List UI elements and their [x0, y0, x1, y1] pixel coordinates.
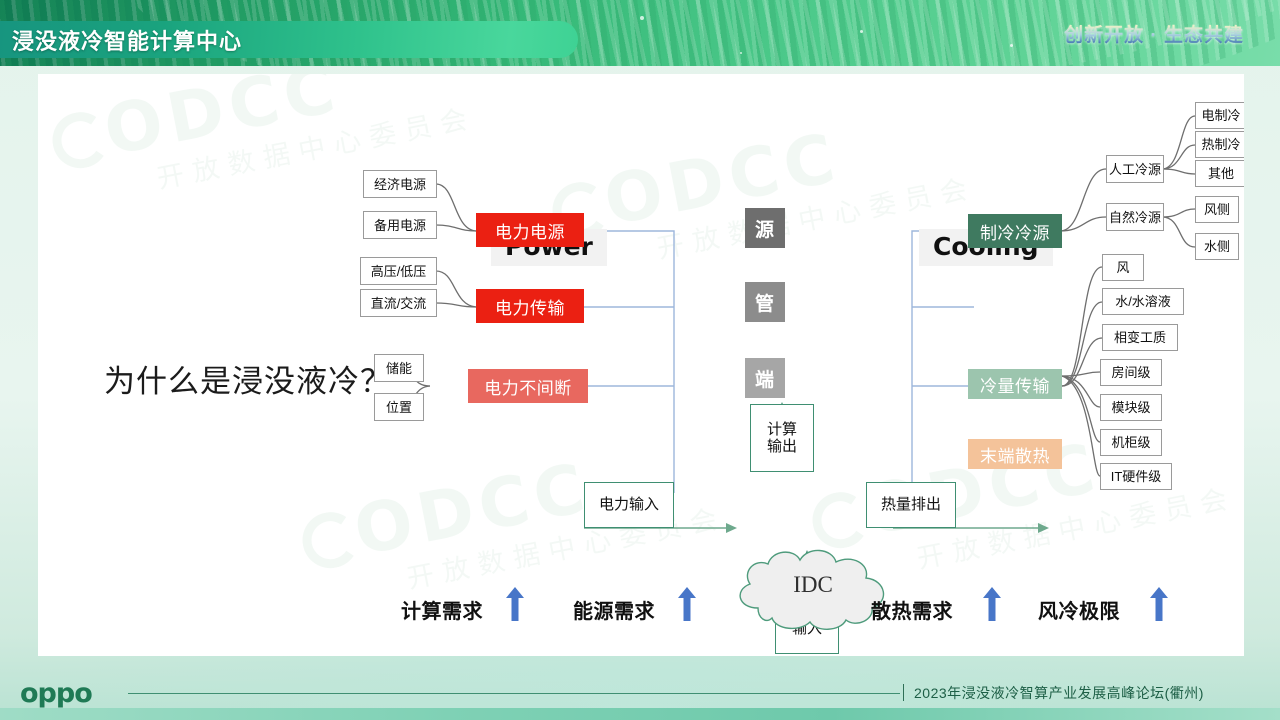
stage-box-terminal: 端: [745, 358, 785, 398]
power-leaf-box: 储能: [374, 354, 424, 382]
oppo-logo: oppo: [20, 678, 93, 709]
slide-background: 浸没液冷智能计算中心 创新开放 · 生态共建 ODCC 开放数据中心委员会 OD…: [0, 0, 1280, 720]
cooling-leaf-box: 其他: [1195, 160, 1244, 187]
header-sparkle-dot: [1010, 44, 1013, 47]
cold-transfer-connectors: [1061, 266, 1103, 387]
demand-label-compute: 计算需求: [401, 599, 483, 623]
demand-label-energy: 能源需求: [573, 599, 655, 623]
up-arrow-icon: [506, 587, 524, 621]
cooling-bus-connectors: [911, 230, 974, 493]
cooling-leaf-box: 相变工质: [1102, 324, 1178, 351]
cooling-leaf-box: IT硬件级: [1100, 463, 1172, 490]
demand-label-aircooling-limit: 风冷极限: [1038, 599, 1120, 623]
power-main-box: 电力电源: [476, 213, 584, 247]
stage-box-source: 源: [745, 208, 785, 248]
footer-wave-decoration: [0, 708, 1280, 720]
power-bus-connectors: [584, 230, 675, 493]
cooling-mid-box: 自然冷源: [1106, 203, 1164, 231]
natural-source-connectors: [1161, 208, 1196, 248]
footer-divider: [128, 693, 900, 694]
cooling-leaf-box: 模块级: [1100, 394, 1162, 421]
cooling-main-box: 制冷冷源: [968, 214, 1062, 248]
power-leaf-box: 经济电源: [363, 170, 437, 198]
footer-event-name: 2023年浸没液冷智算产业发展高峰论坛(衢州): [914, 685, 1204, 701]
idc-cloud-label: IDC: [793, 572, 833, 597]
heat-output-box: 热量排出: [866, 482, 956, 528]
header-sparkle-dot: [740, 52, 742, 54]
slide-title-pill: 浸没液冷智能计算中心: [0, 21, 578, 58]
cooling-leaf-box: 电制冷: [1195, 102, 1244, 129]
terminal-cooling-connectors: [1061, 371, 1101, 477]
footer-tick: [903, 684, 904, 701]
page-title: 浸没液冷智能计算中心: [12, 28, 243, 54]
power-leaf-box: 直流/交流: [360, 289, 437, 317]
cooling-leaf-box: 风: [1102, 254, 1144, 281]
compute-output-box: 计算 输出: [750, 404, 814, 472]
cooling-source-connectors: [1059, 168, 1107, 232]
power-input-box: 电力输入: [584, 482, 674, 528]
cooling-leaf-box: 房间级: [1100, 359, 1162, 386]
up-arrow-icon: [678, 587, 696, 621]
cooling-leaf-box: 风侧: [1195, 196, 1239, 223]
up-arrow-icon: [983, 587, 1001, 621]
cooling-leaf-box: 机柜级: [1100, 429, 1162, 456]
cooling-main-box: 末端散热: [968, 439, 1062, 469]
cooling-leaf-box: 热制冷: [1195, 131, 1244, 158]
slide-content-panel: ODCC 开放数据中心委员会 ODCC 开放数据中心委员会 ODCC 开放数据中…: [38, 74, 1244, 656]
up-arrow-icon: [1150, 587, 1168, 621]
power-leaf-box: 高压/低压: [360, 257, 437, 285]
slide-header: 浸没液冷智能计算中心 创新开放 · 生态共建: [0, 0, 1280, 66]
header-sparkle-dot: [640, 16, 644, 20]
power-leaf-box: 位置: [374, 393, 424, 421]
slide-footer: oppo 2023年浸没液冷智算产业发展高峰论坛(衢州): [0, 660, 1280, 720]
cooling-leaf-box: 水/水溶液: [1102, 288, 1184, 315]
slide-question-text: 为什么是浸没液冷？: [104, 364, 392, 399]
cooling-mid-box: 人工冷源: [1106, 155, 1164, 183]
cooling-leaf-box: 水侧: [1195, 233, 1239, 260]
artificial-source-connectors: [1161, 115, 1196, 175]
power-main-box: 电力不间断: [468, 369, 588, 403]
stage-box-pipe: 管: [745, 282, 785, 322]
demand-label-heat: 散热需求: [871, 599, 953, 623]
header-sparkle-dot: [860, 30, 863, 33]
power-main-box: 电力传输: [476, 289, 584, 323]
power-leaf-box: 备用电源: [363, 211, 437, 239]
header-slogan: 创新开放 · 生态共建: [1064, 20, 1244, 47]
